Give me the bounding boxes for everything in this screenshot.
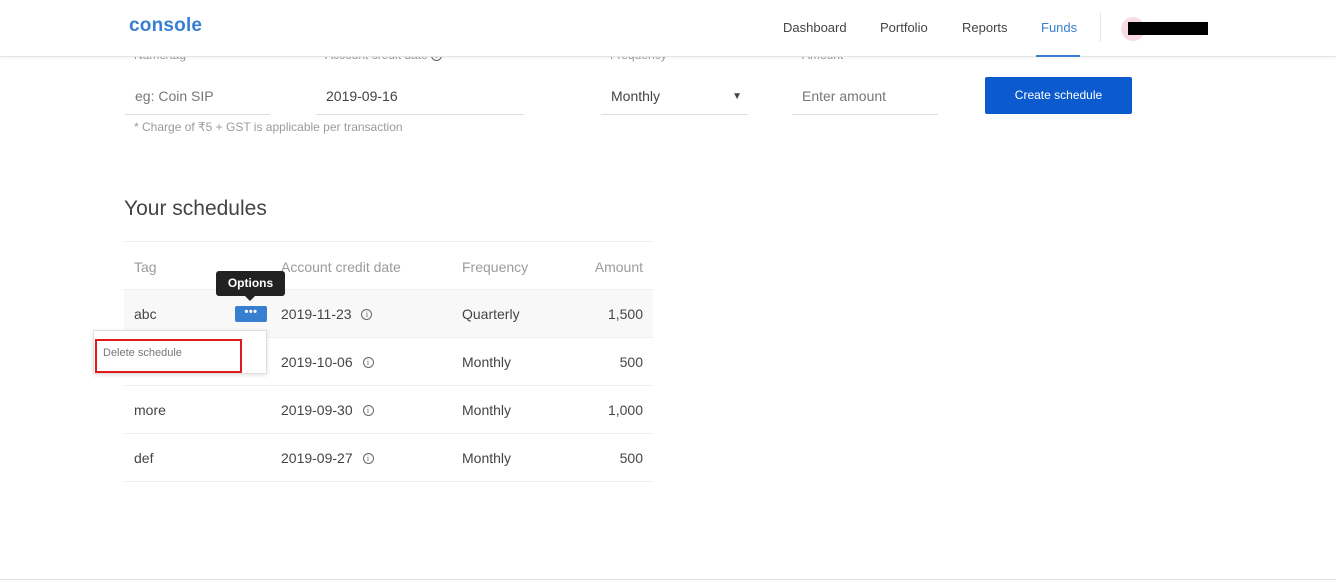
options-dropdown: Delete schedule [93,330,267,374]
row-date-text: 2019-09-30 [281,402,353,418]
row-amount: 1,000 [607,402,643,418]
row-amount: 1,500 [607,306,643,322]
nav-reports[interactable]: Reports [962,20,1008,35]
nav-active-indicator [1036,55,1080,57]
options-tooltip: Options [216,271,285,296]
amount-input[interactable]: Enter amount [792,78,938,115]
row-tag: def [134,450,154,466]
row-frequency: Monthly [462,354,512,370]
nav-divider [1100,13,1101,42]
row-date-text: 2019-09-27 [281,450,353,466]
row-tag: abc [134,306,157,322]
ellipsis-icon: ••• [244,306,258,318]
console-logo[interactable]: console [129,15,202,37]
credit-date-input[interactable]: 2019-09-16 [316,78,524,115]
row-date: 2019-09-27 i [281,450,374,466]
column-tag: Tag [134,259,157,275]
row-amount: 500 [619,450,643,466]
delete-schedule-item[interactable]: Delete schedule [103,347,182,359]
tag-input[interactable]: eg: Coin SIP [125,78,270,115]
row-date: 2019-11-23 i [281,306,373,322]
row-frequency: Quarterly [462,306,520,322]
charge-note: * Charge of ₹5 + GST is applicable per t… [134,120,403,134]
row-date-text: 2019-11-23 [281,306,352,322]
create-schedule-button[interactable]: Create schedule [985,77,1132,114]
row-date: 2019-09-30 i [281,402,374,418]
row-frequency: Monthly [462,450,512,466]
row-amount: 500 [619,354,643,370]
row-date-text: 2019-10-06 [281,354,353,370]
info-icon[interactable]: i [361,308,373,320]
options-button[interactable]: ••• [235,306,267,322]
info-icon[interactable]: i [362,452,374,464]
nav-dashboard[interactable]: Dashboard [783,20,847,35]
row-frequency: Monthly [462,402,512,418]
column-credit-date: Account credit date [281,259,401,275]
table-row[interactable]: more 2019-09-30 i Monthly 1,000 [124,386,653,434]
caret-down-icon: ▼ [732,91,742,102]
row-tag: more [134,402,166,418]
column-amount: Amount [594,259,643,275]
info-icon[interactable]: i [362,404,374,416]
column-frequency: Frequency [462,259,529,275]
row-date: 2019-10-06 i [281,354,374,370]
top-header: console Dashboard Portfolio Reports Fund… [0,0,1336,57]
username-redacted[interactable] [1128,22,1208,35]
table-row[interactable]: def 2019-09-27 i Monthly 500 [124,434,653,482]
info-icon[interactable]: i [362,356,374,368]
schedules-title: Your schedules [124,197,267,220]
footer-divider [0,579,1336,580]
nav-portfolio[interactable]: Portfolio [880,20,928,35]
frequency-select[interactable]: Monthly ▼ [601,78,748,115]
table-header: Tag Account credit date Frequency Amount [124,241,653,290]
frequency-select-value: Monthly [611,88,661,104]
nav-funds[interactable]: Funds [1041,20,1077,35]
tooltip-arrow [245,296,255,301]
